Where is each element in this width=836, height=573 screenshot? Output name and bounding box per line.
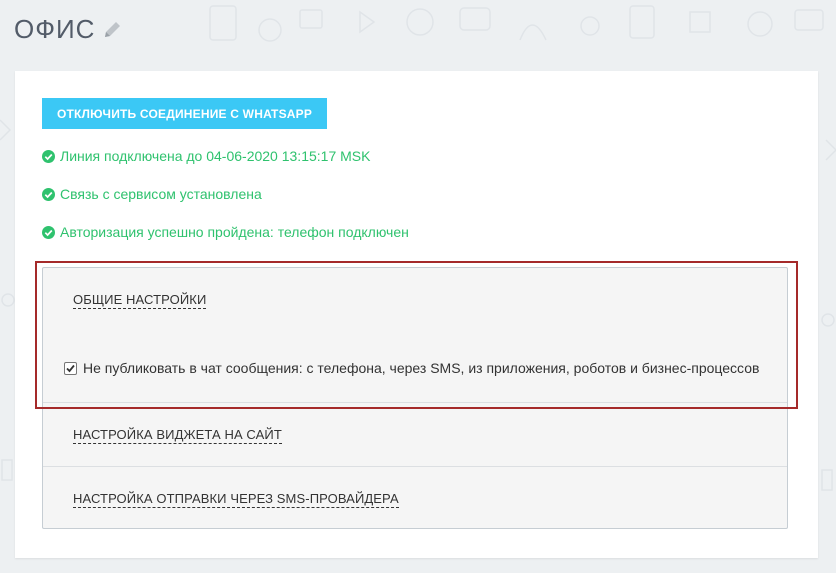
status-line-auth: Авторизация успешно пройдена: телефон по… [42,224,409,240]
no-publish-checkbox[interactable] [64,361,77,375]
status-text: Авторизация успешно пройдена: телефон по… [60,224,409,240]
page-header: ОФИС [14,14,123,45]
check-circle-icon [42,225,55,239]
no-publish-label[interactable]: Не публиковать в чат сообщения: с телефо… [83,360,759,376]
check-circle-icon [42,149,55,163]
section-sms: НАСТРОЙКА ОТПРАВКИ ЧЕРЕЗ SMS-ПРОВАЙДЕРА [43,467,787,529]
settings-accordion: ОБЩИЕ НАСТРОЙКИ Не публиковать в чат соо… [42,267,788,529]
status-line-connected: Линия подключена до 04-06-2020 13:15:17 … [42,148,370,164]
status-text: Связь с сервисом установлена [60,186,262,202]
status-line-service: Связь с сервисом установлена [42,186,262,202]
disconnect-whatsapp-button[interactable]: ОТКЛЮЧИТЬ СОЕДИНЕНИЕ С WHATSAPP [42,98,327,129]
settings-card: ОТКЛЮЧИТЬ СОЕДИНЕНИЕ С WHATSAPP Линия по… [15,71,818,558]
pencil-icon[interactable] [101,19,123,41]
check-circle-icon [42,187,55,201]
status-text: Линия подключена до 04-06-2020 13:15:17 … [60,148,371,164]
section-general: ОБЩИЕ НАСТРОЙКИ [43,268,787,331]
section-general-body: Не публиковать в чат сообщения: с телефо… [43,331,787,402]
no-publish-option: Не публиковать в чат сообщения: с телефо… [64,360,759,376]
tab-general-settings[interactable]: ОБЩИЕ НАСТРОЙКИ [73,292,207,309]
tab-sms-provider-settings[interactable]: НАСТРОЙКА ОТПРАВКИ ЧЕРЕЗ SMS-ПРОВАЙДЕРА [73,491,399,508]
tab-widget-settings[interactable]: НАСТРОЙКА ВИДЖЕТА НА САЙТ [73,427,282,444]
page-title: ОФИС [14,14,96,44]
section-widget: НАСТРОЙКА ВИДЖЕТА НА САЙТ [43,403,787,466]
